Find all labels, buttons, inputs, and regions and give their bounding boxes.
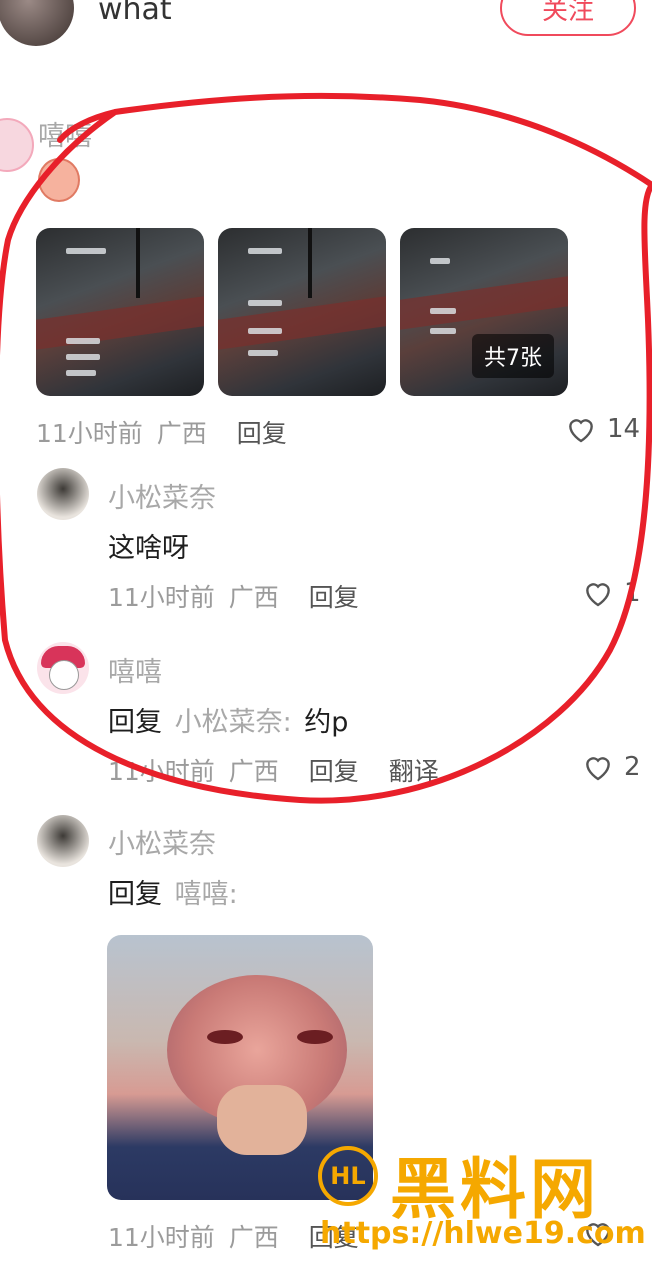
emoji-sticker: [38, 158, 80, 202]
image-count-badge: 共7张: [472, 334, 554, 378]
avatar-face: [49, 660, 79, 690]
reply-reply-button[interactable]: 回复: [309, 583, 359, 612]
reply-text: 约p: [304, 707, 349, 738]
header-avatar[interactable]: [0, 0, 74, 46]
reply-like-count: 1: [624, 578, 641, 608]
comment-time: 11小时前: [36, 419, 143, 448]
reply-prefix: 回复: [108, 879, 162, 910]
reply-to-user[interactable]: 嘻嘻:: [175, 879, 238, 910]
heart-icon[interactable]: [582, 752, 614, 782]
image-eye: [207, 1030, 243, 1044]
reply-author[interactable]: 小松菜奈: [108, 822, 216, 861]
comment-author[interactable]: 嘻嘻: [38, 114, 92, 153]
reply-location: 广西: [228, 583, 279, 612]
reply-author[interactable]: 小松菜奈: [108, 476, 216, 515]
reply-to-user[interactable]: 小松菜奈:: [175, 707, 292, 738]
comment-avatar[interactable]: [0, 118, 34, 172]
follow-button[interactable]: 关注: [500, 0, 636, 36]
reply-prefix: 回复: [108, 707, 162, 738]
comment-location: 广西: [156, 419, 207, 448]
comment-image-3[interactable]: 共7张: [400, 228, 568, 396]
heart-icon[interactable]: [565, 414, 597, 444]
reply-location: 广西: [228, 757, 279, 786]
reply-text-line: 回复 嘻嘻:: [108, 872, 238, 911]
reply-like[interactable]: 1: [582, 578, 641, 608]
reply-reply-button[interactable]: 回复: [309, 757, 359, 786]
reply-avatar[interactable]: [37, 815, 89, 867]
reply-time: 11小时前: [108, 757, 215, 786]
comment-like[interactable]: 14: [565, 414, 640, 444]
reply-meta: 11小时前 广西 回复: [108, 578, 359, 614]
watermark-logo: HL: [318, 1146, 378, 1206]
reply-avatar[interactable]: [37, 468, 89, 520]
reply-like[interactable]: 2: [582, 752, 641, 782]
comment-reply-button[interactable]: 回复: [237, 419, 287, 448]
reply-location: 广西: [228, 1223, 279, 1252]
header-username[interactable]: what: [98, 0, 172, 27]
comment-like-count: 14: [607, 414, 641, 444]
reply-avatar[interactable]: [37, 642, 89, 694]
translate-button[interactable]: 翻译: [389, 757, 439, 786]
reply-text-line: 回复 小松菜奈: 约p: [108, 700, 348, 739]
reply-text: 这啥呀: [108, 533, 189, 564]
reply-meta: 11小时前 广西 回复 翻译: [108, 752, 439, 788]
reply-like-count: 2: [624, 752, 641, 782]
reply-time: 11小时前: [108, 583, 215, 612]
watermark-url: https://hlwe19.com: [320, 1216, 646, 1251]
heart-icon[interactable]: [582, 578, 614, 608]
reply-author[interactable]: 嘻嘻: [108, 650, 162, 689]
image-eye: [297, 1030, 333, 1044]
image-hand: [217, 1085, 307, 1155]
watermark-logo-text: HL: [330, 1162, 366, 1190]
reply-time: 11小时前: [108, 1223, 215, 1252]
comment-meta: 11小时前 广西 回复: [36, 414, 287, 450]
comment-image-2[interactable]: [218, 228, 386, 396]
comment-image-1[interactable]: [36, 228, 204, 396]
